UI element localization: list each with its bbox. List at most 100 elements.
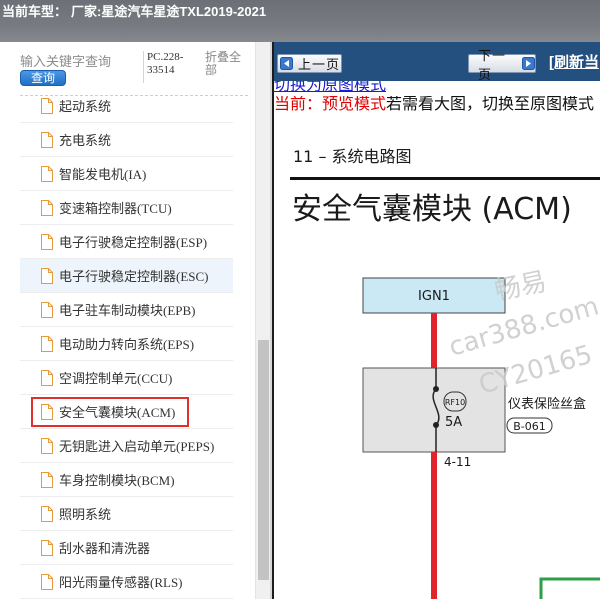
document-icon <box>41 437 53 454</box>
tree-node: 安全气囊模块(ACM) <box>31 396 190 427</box>
document-code: PC.228-33514 <box>143 51 193 83</box>
tree-node: 变速箱控制器(TCU) <box>31 193 186 223</box>
tree-node: 智能发电机(IA) <box>31 159 160 189</box>
tree-item-label: 安全气囊模块(ACM) <box>59 405 176 420</box>
system-tree: 起动系统 充电系统 智能发电机(IA) 变速箱控制器(TCU) 电子行驶稳定控制… <box>20 96 233 599</box>
viewer-content: 切换为原图模式 当前：预览模式若需看大图，切换至原图模式 11 – 系统电路图 … <box>274 81 600 599</box>
document-icon <box>41 539 53 556</box>
tree-node: 无钥匙进入启动单元(PEPS) <box>31 431 228 461</box>
tree-item-charging-system[interactable]: 充电系统 <box>20 123 233 157</box>
pin-label: 4-11 <box>444 455 471 469</box>
tree-node: 起动系统 <box>31 96 125 121</box>
document-icon <box>41 573 53 590</box>
tree-item-esp[interactable]: 电子行驶稳定控制器(ESP) <box>20 225 233 259</box>
tree-item-label: 阳光雨量传感器(RLS) <box>59 575 183 590</box>
circuit-diagram: 11 – 系统电路图 安全气囊模块 (ACM) IGN1 RF10 5A 仪表保… <box>290 147 600 599</box>
tree-item-acm[interactable]: 安全气囊模块(ACM) <box>20 395 233 429</box>
document-icon <box>41 471 53 488</box>
wire-red-bottom <box>431 452 437 599</box>
tree-item-label: 电动助力转向系统(EPS) <box>59 337 195 352</box>
search-button[interactable]: 查询 <box>20 70 66 86</box>
tree-node: 照明系统 <box>31 499 125 529</box>
tree-item-label: 变速箱控制器(TCU) <box>59 201 172 216</box>
heading-rule <box>290 177 600 180</box>
viewer-toolbar: 上一页 下一页 [刷新当 <box>274 42 600 82</box>
document-icon <box>41 369 53 386</box>
watermark-brand: 畅易 <box>492 267 549 307</box>
mode-hint-text: 若需看大图，切换至原图模式 <box>386 96 595 113</box>
diagram-section-heading: 11 – 系统电路图 <box>293 147 412 166</box>
tree-node: 充电系统 <box>31 125 125 155</box>
tree-item-rls[interactable]: 阳光雨量传感器(RLS) <box>20 565 233 599</box>
tree-item-label: 照明系统 <box>59 507 112 522</box>
fuse-box-name: 仪表保险丝盒 <box>508 396 586 412</box>
tree-node: 电动助力转向系统(EPS) <box>31 329 208 359</box>
tree-item-smart-alternator[interactable]: 智能发电机(IA) <box>20 157 233 191</box>
document-icon <box>41 165 53 182</box>
tree-item-label: 空调控制单元(CCU) <box>59 371 173 386</box>
fuse-rating-label: 5A <box>445 415 462 430</box>
tree-node: 刮水器和清洗器 <box>31 533 164 563</box>
refresh-page-link[interactable]: [刷新当 <box>549 54 600 72</box>
top-bar: 当前车型： 厂家:星途汽车星途TXL2019-2021 <box>0 0 600 42</box>
wire-red-top <box>431 313 437 368</box>
tree-item-esc[interactable]: 电子行驶稳定控制器(ESC) <box>20 259 233 293</box>
switch-original-mode-link[interactable]: 切换为原图模式 <box>274 81 386 95</box>
tree-item-label: 电子行驶稳定控制器(ESP) <box>59 235 208 250</box>
ign1-label: IGN1 <box>418 289 450 304</box>
scrollbar-thumb[interactable] <box>258 340 269 580</box>
tree-node: 电子行驶稳定控制器(ESP) <box>31 227 221 257</box>
document-icon <box>41 131 53 148</box>
arrow-left-icon <box>280 57 293 70</box>
tree-item-epb[interactable]: 电子驻车制动模块(EPB) <box>20 293 233 327</box>
arrow-right-icon <box>522 57 535 70</box>
next-component-box <box>539 577 600 599</box>
tree-item-tcu[interactable]: 变速箱控制器(TCU) <box>20 191 233 225</box>
tree-item-lighting-system[interactable]: 照明系统 <box>20 497 233 531</box>
document-icon <box>41 199 53 216</box>
tree-node: 电子行驶稳定控制器(ESC) <box>31 261 223 291</box>
document-icon <box>41 233 53 250</box>
diagram-viewer: 上一页 下一页 [刷新当 切换为原图模式 当前：预览模式若需看大图，切换至原图模… <box>272 42 600 599</box>
tree-item-label: 电子驻车制动模块(EPB) <box>59 303 196 318</box>
current-vehicle-label: 当前车型： <box>2 4 68 19</box>
current-mode-text: 当前：预览模式 <box>274 96 387 113</box>
collapse-all-link[interactable]: 折叠全部 <box>205 51 243 77</box>
document-icon <box>41 97 53 114</box>
diagram-title: 安全气囊模块 (ACM) <box>292 192 572 227</box>
search-input[interactable] <box>15 51 140 71</box>
tree-item-starting-system[interactable]: 起动系统 <box>20 96 233 123</box>
view-mode-status: 当前：预览模式若需看大图，切换至原图模式 <box>274 96 600 114</box>
prev-page-label: 上一页 <box>298 57 341 72</box>
current-vehicle: 当前车型： 厂家:星途汽车星途TXL2019-2021 <box>2 4 266 20</box>
tree-node: 阳光雨量传感器(RLS) <box>31 567 197 597</box>
tree-item-label: 无钥匙进入启动单元(PEPS) <box>59 439 215 454</box>
tree-item-peps[interactable]: 无钥匙进入启动单元(PEPS) <box>20 429 233 463</box>
tree-item-bcm[interactable]: 车身控制模块(BCM) <box>20 463 233 497</box>
tree-item-label: 刮水器和清洗器 <box>59 541 151 556</box>
tree-node: 空调控制单元(CCU) <box>31 363 186 393</box>
tree-node: 车身控制模块(BCM) <box>31 465 189 495</box>
document-icon <box>41 267 53 284</box>
tree-node: 电子驻车制动模块(EPB) <box>31 295 210 325</box>
document-icon <box>41 505 53 522</box>
sidebar: 查询 PC.228-33514 折叠全部 起动系统 充电系统 智能发电机(IA)… <box>0 42 255 599</box>
tree-item-label: 起动系统 <box>59 99 112 114</box>
document-icon <box>41 403 53 420</box>
current-vehicle-name: 厂家:星途汽车星途TXL2019-2021 <box>71 4 267 19</box>
tree-item-label: 电子行驶稳定控制器(ESC) <box>59 269 209 284</box>
connector-label: B-061 <box>513 420 546 433</box>
next-page-label: 下一页 <box>478 47 507 82</box>
tree-item-ccu[interactable]: 空调控制单元(CCU) <box>20 361 233 395</box>
fuse-id-label: RF10 <box>445 398 465 407</box>
tree-item-eps[interactable]: 电动助力转向系统(EPS) <box>20 327 233 361</box>
document-icon <box>41 335 53 352</box>
tree-item-label: 充电系统 <box>59 133 112 148</box>
sidebar-scrollbar[interactable] <box>255 42 270 599</box>
tree-item-wiper-washer[interactable]: 刮水器和清洗器 <box>20 531 233 565</box>
tree-item-label: 智能发电机(IA) <box>59 167 147 182</box>
next-page-button[interactable]: 下一页 <box>468 48 536 82</box>
document-icon <box>41 301 53 318</box>
tree-item-label: 车身控制模块(BCM) <box>59 473 175 488</box>
prev-page-button[interactable]: 上一页 <box>277 54 342 73</box>
